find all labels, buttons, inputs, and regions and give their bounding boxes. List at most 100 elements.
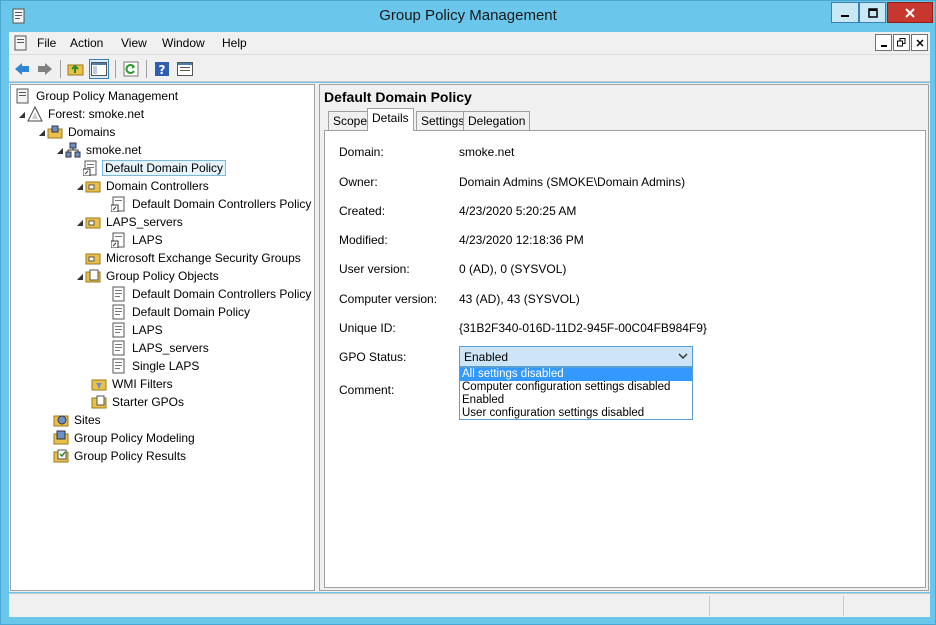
mdi-minimize-button[interactable] <box>875 34 892 51</box>
menu-help[interactable]: Help <box>222 36 247 50</box>
tree-item-forest[interactable]: ◢ Forest: smoke.net <box>17 105 146 123</box>
unique-id-label: Unique ID: <box>339 321 396 335</box>
tree-label: Group Policy Results <box>74 449 187 463</box>
tree-item-gpo-ddp[interactable]: Default Domain Policy <box>111 303 252 321</box>
expand-arrow-icon[interactable]: ◢ <box>75 182 85 191</box>
menu-action[interactable]: Action <box>70 36 103 50</box>
gpo-status-select[interactable]: Enabled <box>459 346 693 367</box>
ou-folder-icon <box>85 250 101 266</box>
app-window: Group Policy Management File Action View… <box>0 0 936 625</box>
menu-file[interactable]: File <box>37 36 56 50</box>
expand-arrow-icon[interactable]: ◢ <box>55 146 65 155</box>
tree-item-default-domain-policy-link[interactable]: Default Domain Policy <box>82 159 227 177</box>
tab-scope[interactable]: Scope <box>328 111 373 130</box>
refresh-icon[interactable] <box>121 59 141 79</box>
forest-triangle-icon <box>27 105 43 122</box>
gpo-document-icon <box>111 304 127 320</box>
tree-label: Domains <box>68 125 116 139</box>
tree-label: Group Policy Management <box>36 89 179 103</box>
back-arrow-icon[interactable] <box>12 59 32 79</box>
created-label: Created: <box>339 204 386 218</box>
gpm-console-icon <box>15 88 31 104</box>
console-tree[interactable]: Group Policy Management ◢ Forest: smoke.… <box>10 84 315 591</box>
modeling-icon <box>53 430 69 446</box>
document-system-icon[interactable] <box>13 35 29 51</box>
option-all-settings-disabled[interactable]: All settings disabled <box>460 368 692 381</box>
tree-item-gpo-laps[interactable]: LAPS <box>111 321 165 339</box>
toolbar: ? <box>9 54 930 82</box>
gpo-status-selected: Enabled <box>464 350 509 364</box>
tree-item-domain-controllers[interactable]: ◢ Domain Controllers <box>75 177 211 195</box>
menu-window[interactable]: Window <box>162 36 205 50</box>
unique-id-value: {31B2F340-016D-11D2-945F-00C04FB984F9} <box>459 321 707 335</box>
help-icon[interactable]: ? <box>152 59 172 79</box>
tree-item-laps-servers-ou[interactable]: ◢ LAPS_servers <box>75 213 185 231</box>
tree-item-gpo-laps-servers[interactable]: LAPS_servers <box>111 339 211 357</box>
tree-item-laps-link[interactable]: LAPS <box>110 231 165 249</box>
tree-item-gp-results[interactable]: Group Policy Results <box>53 447 188 465</box>
maximize-button[interactable] <box>859 2 886 23</box>
tree-item-domains[interactable]: ◢ Domains <box>37 123 117 141</box>
mdi-close-button[interactable] <box>911 34 928 51</box>
option-enabled[interactable]: Enabled <box>460 394 692 407</box>
tree-label: Microsoft Exchange Security Groups <box>106 251 301 265</box>
details-pane: Default Domain Policy Scope Details Sett… <box>319 84 929 591</box>
tree-item-ddcp-link[interactable]: Default Domain Controllers Policy <box>110 195 313 213</box>
show-hide-tree-icon[interactable] <box>89 59 109 79</box>
ou-folder-icon <box>85 214 101 230</box>
tree-label: Default Domain Policy <box>132 305 251 319</box>
tree-item-starter-gpos[interactable]: Starter GPOs <box>91 393 186 411</box>
tree-label: Default Domain Policy <box>102 160 227 176</box>
properties-icon[interactable] <box>175 59 195 79</box>
expand-arrow-icon[interactable]: ◢ <box>37 128 47 137</box>
main-content: Group Policy Management ◢ Forest: smoke.… <box>9 83 930 592</box>
option-computer-config-disabled[interactable]: Computer configuration settings disabled <box>460 381 692 394</box>
close-button[interactable] <box>887 2 933 23</box>
tree-item-exchange-groups-ou[interactable]: Microsoft Exchange Security Groups <box>85 249 303 267</box>
tree-item-gpm-root[interactable]: Group Policy Management <box>15 87 180 105</box>
results-icon <box>53 448 69 464</box>
tree-item-wmi-filters[interactable]: WMI Filters <box>91 375 175 393</box>
up-folder-icon[interactable] <box>66 59 86 79</box>
menu-bar: File Action View Window Help <box>9 32 930 54</box>
menu-view[interactable]: View <box>121 36 147 50</box>
tree-item-domain[interactable]: ◢ smoke.net <box>55 141 143 159</box>
status-cell <box>709 596 843 616</box>
tree-label: Forest: smoke.net <box>48 107 145 121</box>
starter-gpo-folder-icon <box>91 394 107 410</box>
gpo-document-icon <box>111 286 127 302</box>
tree-item-sites[interactable]: Sites <box>53 411 103 429</box>
tab-settings[interactable]: Settings <box>416 111 470 130</box>
expand-arrow-icon[interactable]: ◢ <box>75 218 85 227</box>
toolbar-separator <box>115 60 116 78</box>
expand-arrow-icon[interactable]: ◢ <box>17 110 27 119</box>
gpo-document-icon <box>111 340 127 356</box>
gpo-document-icon <box>111 322 127 338</box>
status-cell <box>843 596 930 616</box>
tree-label: Group Policy Objects <box>106 269 219 283</box>
computer-version-value: 43 (AD), 43 (SYSVOL) <box>459 292 580 306</box>
gpo-link-icon <box>110 232 127 249</box>
computer-version-label: Computer version: <box>339 292 438 306</box>
title-bar[interactable]: Group Policy Management <box>1 1 935 31</box>
details-tab-page: Domain: smoke.net Owner: Domain Admins (… <box>324 130 926 588</box>
expand-arrow-icon[interactable]: ◢ <box>75 272 85 281</box>
tree-item-gpo-ddcp[interactable]: Default Domain Controllers Policy <box>111 285 313 303</box>
option-user-config-disabled[interactable]: User configuration settings disabled <box>460 407 692 420</box>
tree-label: LAPS_servers <box>106 215 183 229</box>
tree-item-gpo-single-laps[interactable]: Single LAPS <box>111 357 201 375</box>
gpo-status-dropdown: All settings disabled Computer configura… <box>459 367 693 420</box>
tab-delegation[interactable]: Delegation <box>463 111 531 130</box>
tab-details[interactable]: Details <box>367 108 414 131</box>
tree-label: Domain Controllers <box>106 179 209 193</box>
domain-value: smoke.net <box>459 145 515 159</box>
tree-item-gpo-container[interactable]: ◢ Group Policy Objects <box>75 267 221 285</box>
window-title: Group Policy Management <box>379 7 557 24</box>
tree-label: Default Domain Controllers Policy <box>132 197 312 211</box>
domain-network-icon <box>65 142 81 158</box>
forward-arrow-icon[interactable] <box>35 59 55 79</box>
minimize-button[interactable] <box>831 2 859 23</box>
mdi-restore-button[interactable] <box>893 34 910 51</box>
tree-item-gp-modeling[interactable]: Group Policy Modeling <box>53 429 197 447</box>
user-version-value: 0 (AD), 0 (SYSVOL) <box>459 262 567 276</box>
